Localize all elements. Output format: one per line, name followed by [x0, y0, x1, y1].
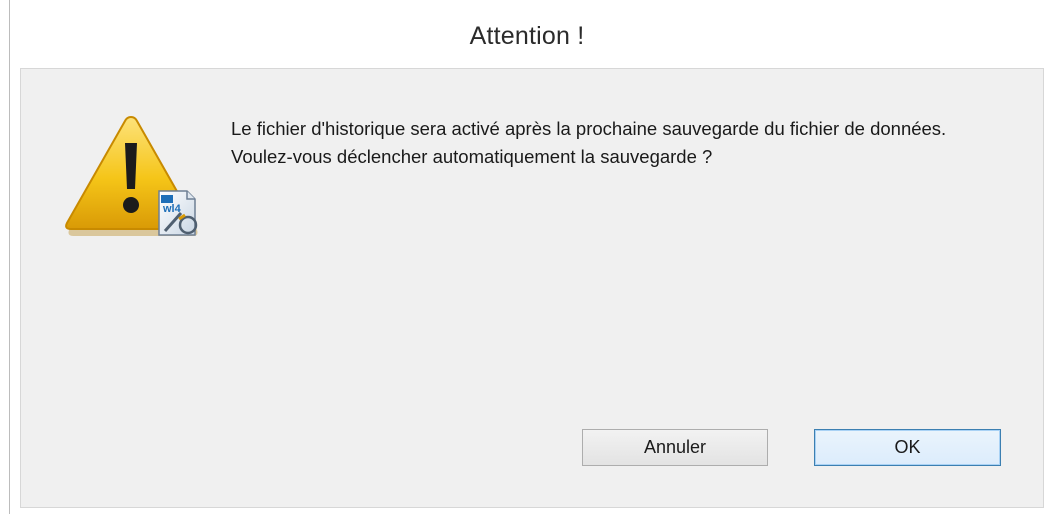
warning-icon: wl4 — [61, 109, 201, 237]
document-badge-icon: wl4 — [158, 190, 198, 236]
dialog-message: Le fichier d'historique sera activé aprè… — [231, 118, 947, 167]
cancel-button[interactable]: Annuler — [582, 429, 768, 466]
dialog-content: wl4 Le fichier d'historique sera activé … — [20, 68, 1044, 508]
title-bar[interactable]: Attention ! — [10, 0, 1044, 68]
badge-text: wl4 — [162, 203, 182, 215]
ok-button[interactable]: OK — [814, 429, 1001, 466]
dialog-title: Attention ! — [469, 22, 585, 50]
dialog-window: Attention ! wl4 Le fichier d'historique … — [9, 0, 1044, 514]
